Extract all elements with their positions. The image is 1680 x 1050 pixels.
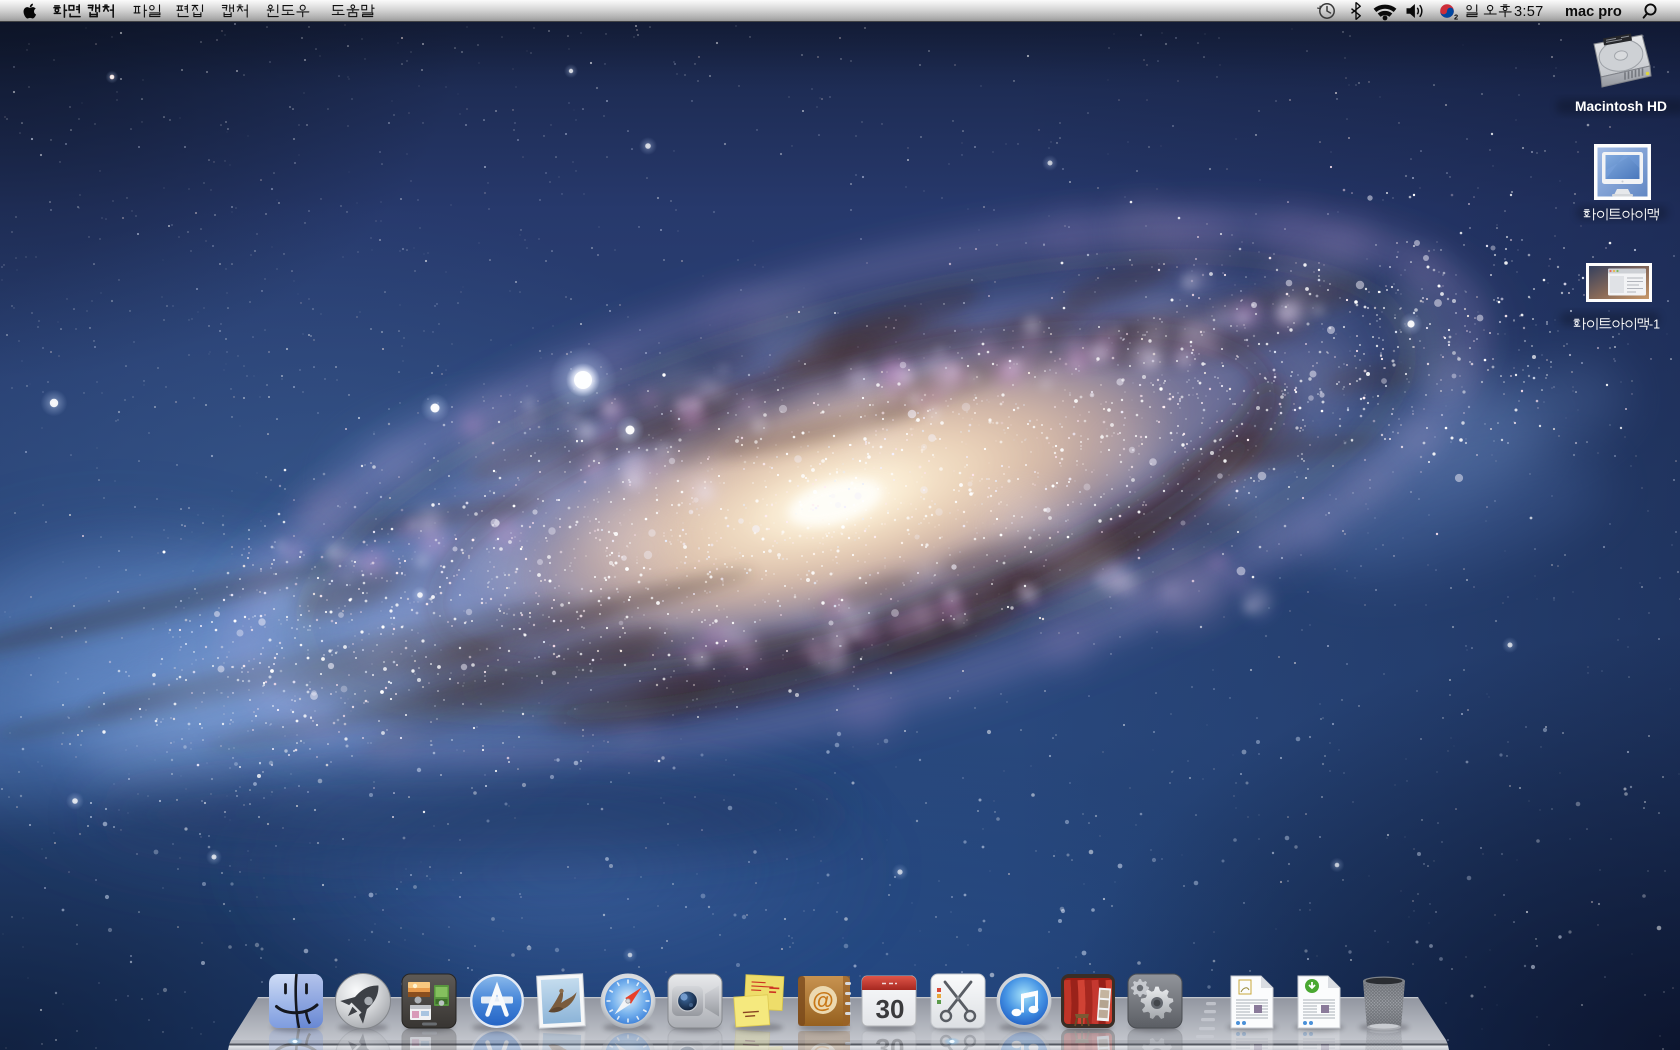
svg-text:@: @ xyxy=(812,1044,833,1050)
svg-text:@: @ xyxy=(812,988,833,1013)
svg-text:30: 30 xyxy=(876,1033,905,1050)
svg-text:30: 30 xyxy=(876,994,905,1024)
